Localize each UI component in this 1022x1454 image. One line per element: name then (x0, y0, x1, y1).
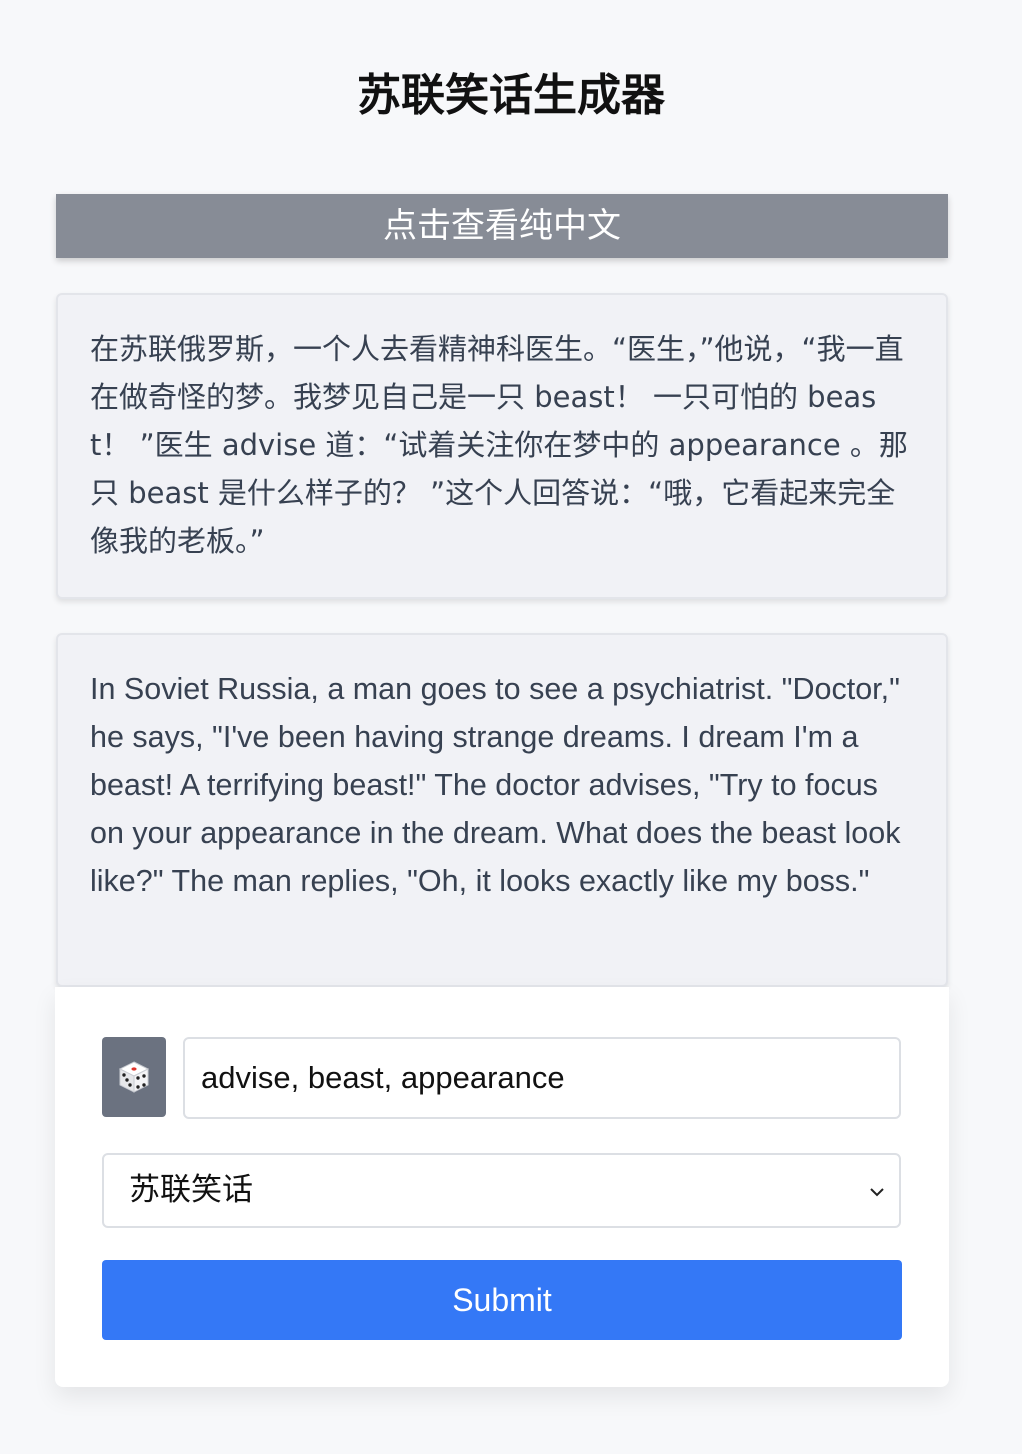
random-keywords-button[interactable] (102, 1037, 166, 1117)
joke-form: 苏联笑话 Submit (55, 987, 949, 1387)
joke-chinese-card: 在苏联俄罗斯，一个人去看精神科医生。“医生，”他说，“我一直在做奇怪的梦。我梦见… (56, 293, 948, 599)
submit-button[interactable]: Submit (102, 1260, 902, 1340)
dice-icon (118, 1061, 150, 1093)
joke-english-text: In Soviet Russia, a man goes to see a ps… (90, 672, 901, 898)
keywords-input[interactable] (183, 1037, 901, 1119)
joke-english-card: In Soviet Russia, a man goes to see a ps… (56, 633, 948, 987)
joke-type-selected-value: 苏联笑话 (129, 1172, 253, 1208)
show-chinese-only-button[interactable]: 点击查看纯中文 (56, 194, 948, 258)
chevron-down-icon (870, 1188, 884, 1197)
page-title: 苏联笑话生成器 (357, 70, 665, 121)
joke-chinese-text: 在苏联俄罗斯，一个人去看精神科医生。“医生，”他说，“我一直在做奇怪的梦。我梦见… (90, 332, 908, 558)
joke-type-select[interactable]: 苏联笑话 (102, 1153, 901, 1228)
